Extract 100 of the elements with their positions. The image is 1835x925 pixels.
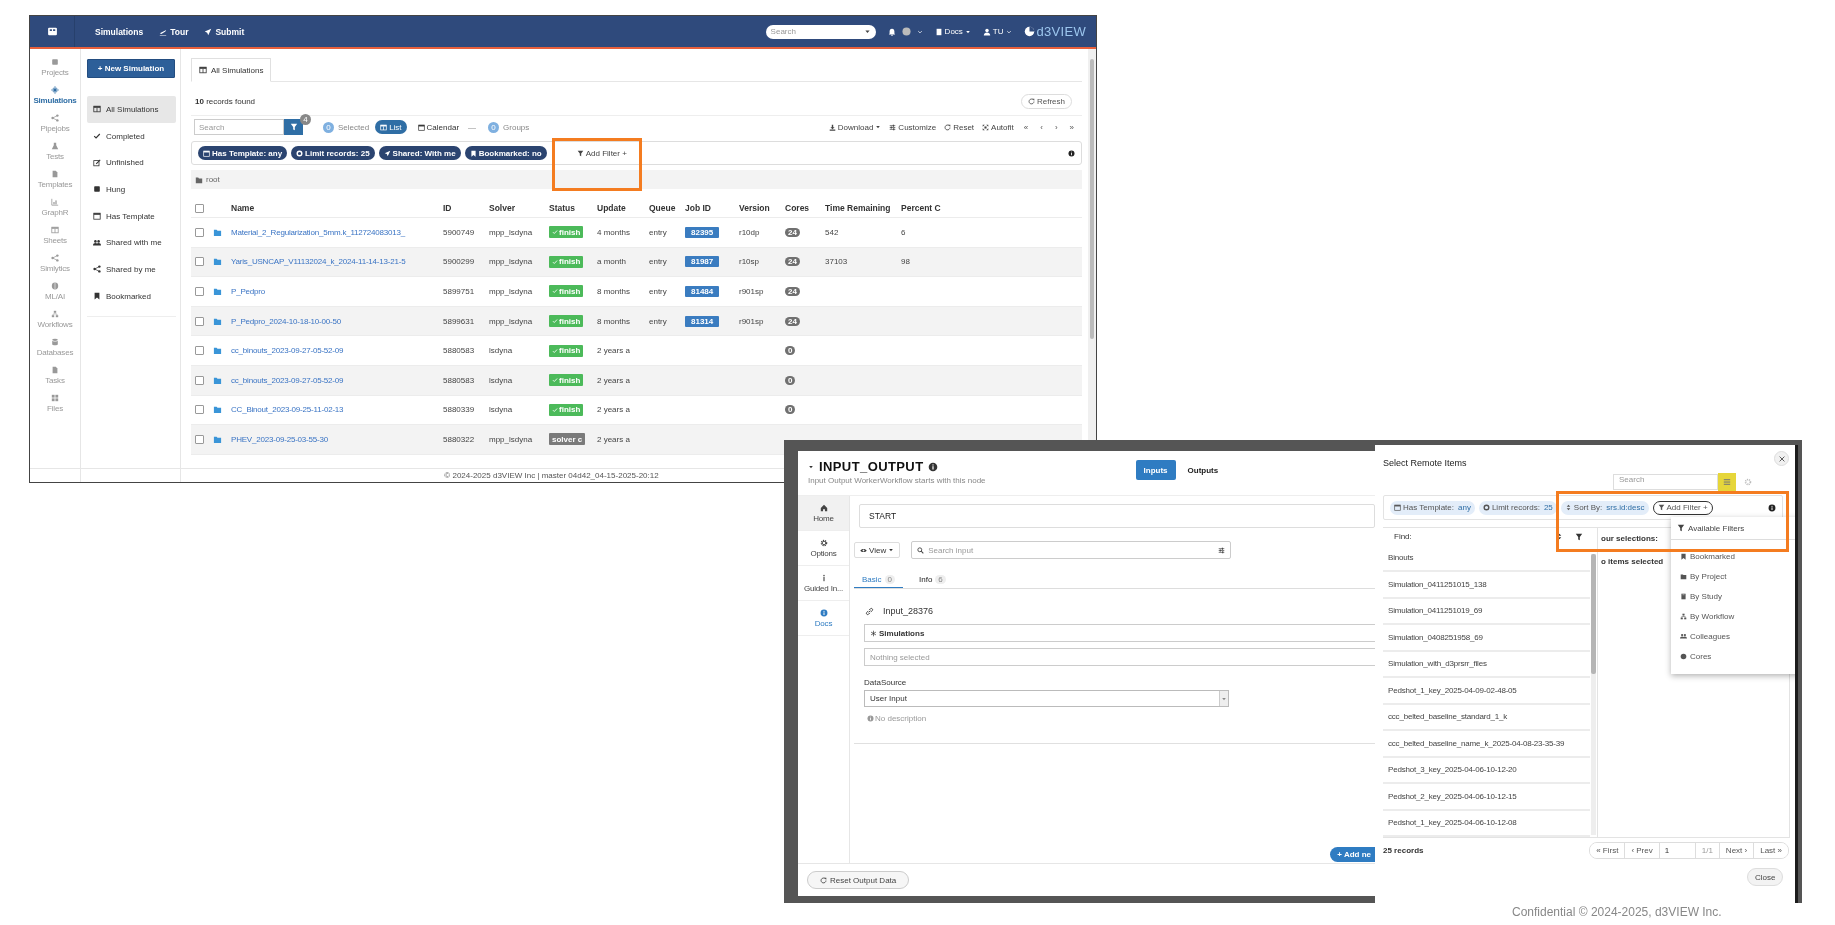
nav-link[interactable]: Simulations (95, 26, 144, 37)
list-item[interactable]: Pedshot_1_key_2025-04-06-10-12-08 (1383, 810, 1590, 837)
simulation-link[interactable]: Yaris_USNCAP_V11132024_k_2024-11-14-13-21-5 (231, 257, 443, 267)
checkbox[interactable] (195, 204, 204, 213)
first-page-button[interactable]: « First (1590, 843, 1626, 858)
column-header[interactable]: Status (549, 203, 597, 213)
view-toggle[interactable]: List (375, 120, 407, 134)
menu-item[interactable]: Colleagues (1671, 626, 1795, 646)
checkbox[interactable] (195, 346, 204, 356)
list-item[interactable]: ccc_belted_baseline_name_k_2025-04-08-23-35-39 (1383, 731, 1590, 758)
add-filter-button[interactable]: Add Filter + (1652, 500, 1713, 515)
add-filter-button[interactable]: Add Filter + (570, 147, 633, 159)
menu-item[interactable]: By Project (1671, 566, 1795, 586)
filter-chip[interactable]: Has Template: any (1390, 500, 1475, 515)
filter-chip[interactable]: Limit records: 25 (1478, 500, 1557, 515)
menu-dropdown[interactable]: TU (982, 27, 1012, 36)
checkbox[interactable] (195, 434, 204, 444)
menu-item[interactable]: By Workflow (1671, 606, 1795, 626)
sidebar-item[interactable]: Unfinished (87, 149, 176, 177)
list-item[interactable]: Pedshot_1_key_2025-04-09-02-48-05 (1383, 678, 1590, 705)
new-simulation-button[interactable]: + New Simulation (87, 59, 175, 78)
column-header[interactable]: Cores (785, 203, 825, 213)
simulation-link[interactable]: P_Pedpro (231, 287, 443, 296)
side-tab[interactable]: Options (798, 531, 849, 566)
list-item[interactable]: Pedshot_2_key_2025-04-06-10-12-15 (1383, 784, 1590, 811)
list-item[interactable]: Pedshot_3_key_2025-04-06-10-12-20 (1383, 757, 1590, 784)
pager-button[interactable]: « (1021, 122, 1031, 132)
toolbar-button[interactable]: Download (828, 122, 882, 132)
scrollbar[interactable] (1591, 554, 1596, 835)
list-item[interactable]: ccc_belted_baseline_standard_1_k (1383, 704, 1590, 731)
filter-chip[interactable]: Has Template: any (198, 146, 288, 160)
tab[interactable]: Info 6 (911, 571, 954, 588)
checkbox[interactable] (195, 227, 204, 237)
toolbar-button[interactable]: Customize (889, 122, 937, 132)
tab[interactable]: Inputs (1135, 460, 1176, 480)
column-header[interactable]: Solver (489, 203, 549, 213)
page-field[interactable]: 1 (1659, 843, 1696, 858)
column-header[interactable]: Version (739, 203, 785, 213)
column-header[interactable]: ID (443, 203, 489, 213)
datasource-select[interactable]: User Input (864, 690, 1229, 707)
list-item[interactable]: Binouts (1383, 545, 1590, 572)
simulation-link[interactable]: cc_binouts_2023-09-27-05-52-09 (231, 346, 443, 356)
column-header[interactable]: Time Remaining (825, 203, 901, 213)
list-item[interactable]: Simulation_0411251019_69 (1383, 598, 1590, 625)
list-item[interactable]: Simulation_with_d3prsrr_files (1383, 651, 1590, 678)
sidebar-item[interactable]: Shared with me (87, 229, 176, 257)
sidebar-item[interactable]: Shared by me (87, 256, 176, 283)
source-select[interactable]: Simulations (864, 624, 1375, 642)
sidebar-item[interactable]: Bookmarked (87, 282, 176, 310)
filter-chip[interactable]: Shared: With me (378, 146, 461, 160)
checkbox[interactable] (195, 375, 204, 385)
filter-button[interactable] (284, 119, 303, 135)
refresh-button[interactable]: Refresh (1021, 93, 1072, 109)
more-label[interactable]: — (468, 122, 477, 132)
view-button[interactable]: View (854, 542, 901, 558)
tab[interactable]: All Simulations (191, 58, 272, 82)
menu-item[interactable]: Cores (1671, 646, 1795, 666)
column-header[interactable]: Update (597, 203, 649, 213)
node-name-field[interactable]: START (859, 504, 1375, 528)
list-item[interactable]: Simulation_0411251015_138 (1383, 572, 1590, 599)
breadcrumb-link[interactable]: root (206, 175, 220, 184)
reset-output-button[interactable]: Reset Output Data (807, 871, 910, 889)
side-tab[interactable]: Home (798, 496, 849, 531)
sidebar-item[interactable]: Hung (87, 176, 176, 203)
menu-dropdown[interactable]: Docs (934, 27, 971, 36)
simulation-link[interactable]: CC_Binout_2023-09-25-11-02-13 (231, 405, 443, 415)
add-button[interactable]: + Add ne (1330, 847, 1375, 862)
checkbox[interactable] (195, 287, 204, 296)
groups-label[interactable]: Groups (503, 122, 530, 132)
filter-chip[interactable]: Limit records: 25 (291, 146, 375, 160)
menu-item[interactable]: Bookmarked (1671, 546, 1795, 566)
column-header[interactable]: Name (231, 203, 443, 213)
simulation-link[interactable]: Material_2_Regularization_5mm.k_112724083013_ (231, 227, 443, 237)
nav-link[interactable]: Submit (204, 26, 245, 37)
column-header[interactable]: Queue (649, 203, 685, 213)
sidebar-item[interactable]: Completed (87, 122, 176, 150)
pager-button[interactable]: » (1067, 122, 1076, 132)
pager-button[interactable]: ‹ (1038, 122, 1045, 132)
sidebar-item[interactable]: All Simulations (87, 96, 176, 123)
rail-item[interactable]: Simulations (30, 81, 80, 109)
simulation-link[interactable]: P_Pedpro_2024-10-18-10-00-50 (231, 316, 443, 326)
close-button[interactable]: Close (1747, 868, 1784, 886)
tab[interactable]: Basic 0 (854, 571, 903, 588)
toolbar-button[interactable]: Reset (944, 122, 975, 132)
side-tab[interactable]: Guided In... (798, 566, 849, 601)
close-button[interactable] (1774, 451, 1789, 466)
side-tab[interactable]: Docs (798, 601, 849, 636)
toolbar-button[interactable]: Autofit (982, 122, 1014, 132)
simulation-link[interactable]: cc_binouts_2023-09-27-05-52-09 (231, 375, 443, 385)
list-item[interactable]: Simulation_0408251958_69 (1383, 625, 1590, 652)
checkbox[interactable] (195, 316, 204, 326)
pager-button[interactable]: › (1052, 122, 1060, 132)
nav-link[interactable]: Tour (159, 26, 189, 37)
simulation-link[interactable]: PHEV_2023-09-25-03-55-30 (231, 434, 443, 444)
filter-chip[interactable]: Bookmarked: no (464, 146, 547, 160)
filter-button[interactable] (1718, 473, 1736, 491)
column-header[interactable]: Job ID (685, 203, 739, 213)
sidebar-item[interactable]: Has Template (87, 202, 176, 230)
filter-chip[interactable]: Sort By: srs.id:desc (1560, 500, 1649, 515)
checkbox[interactable] (195, 257, 204, 267)
